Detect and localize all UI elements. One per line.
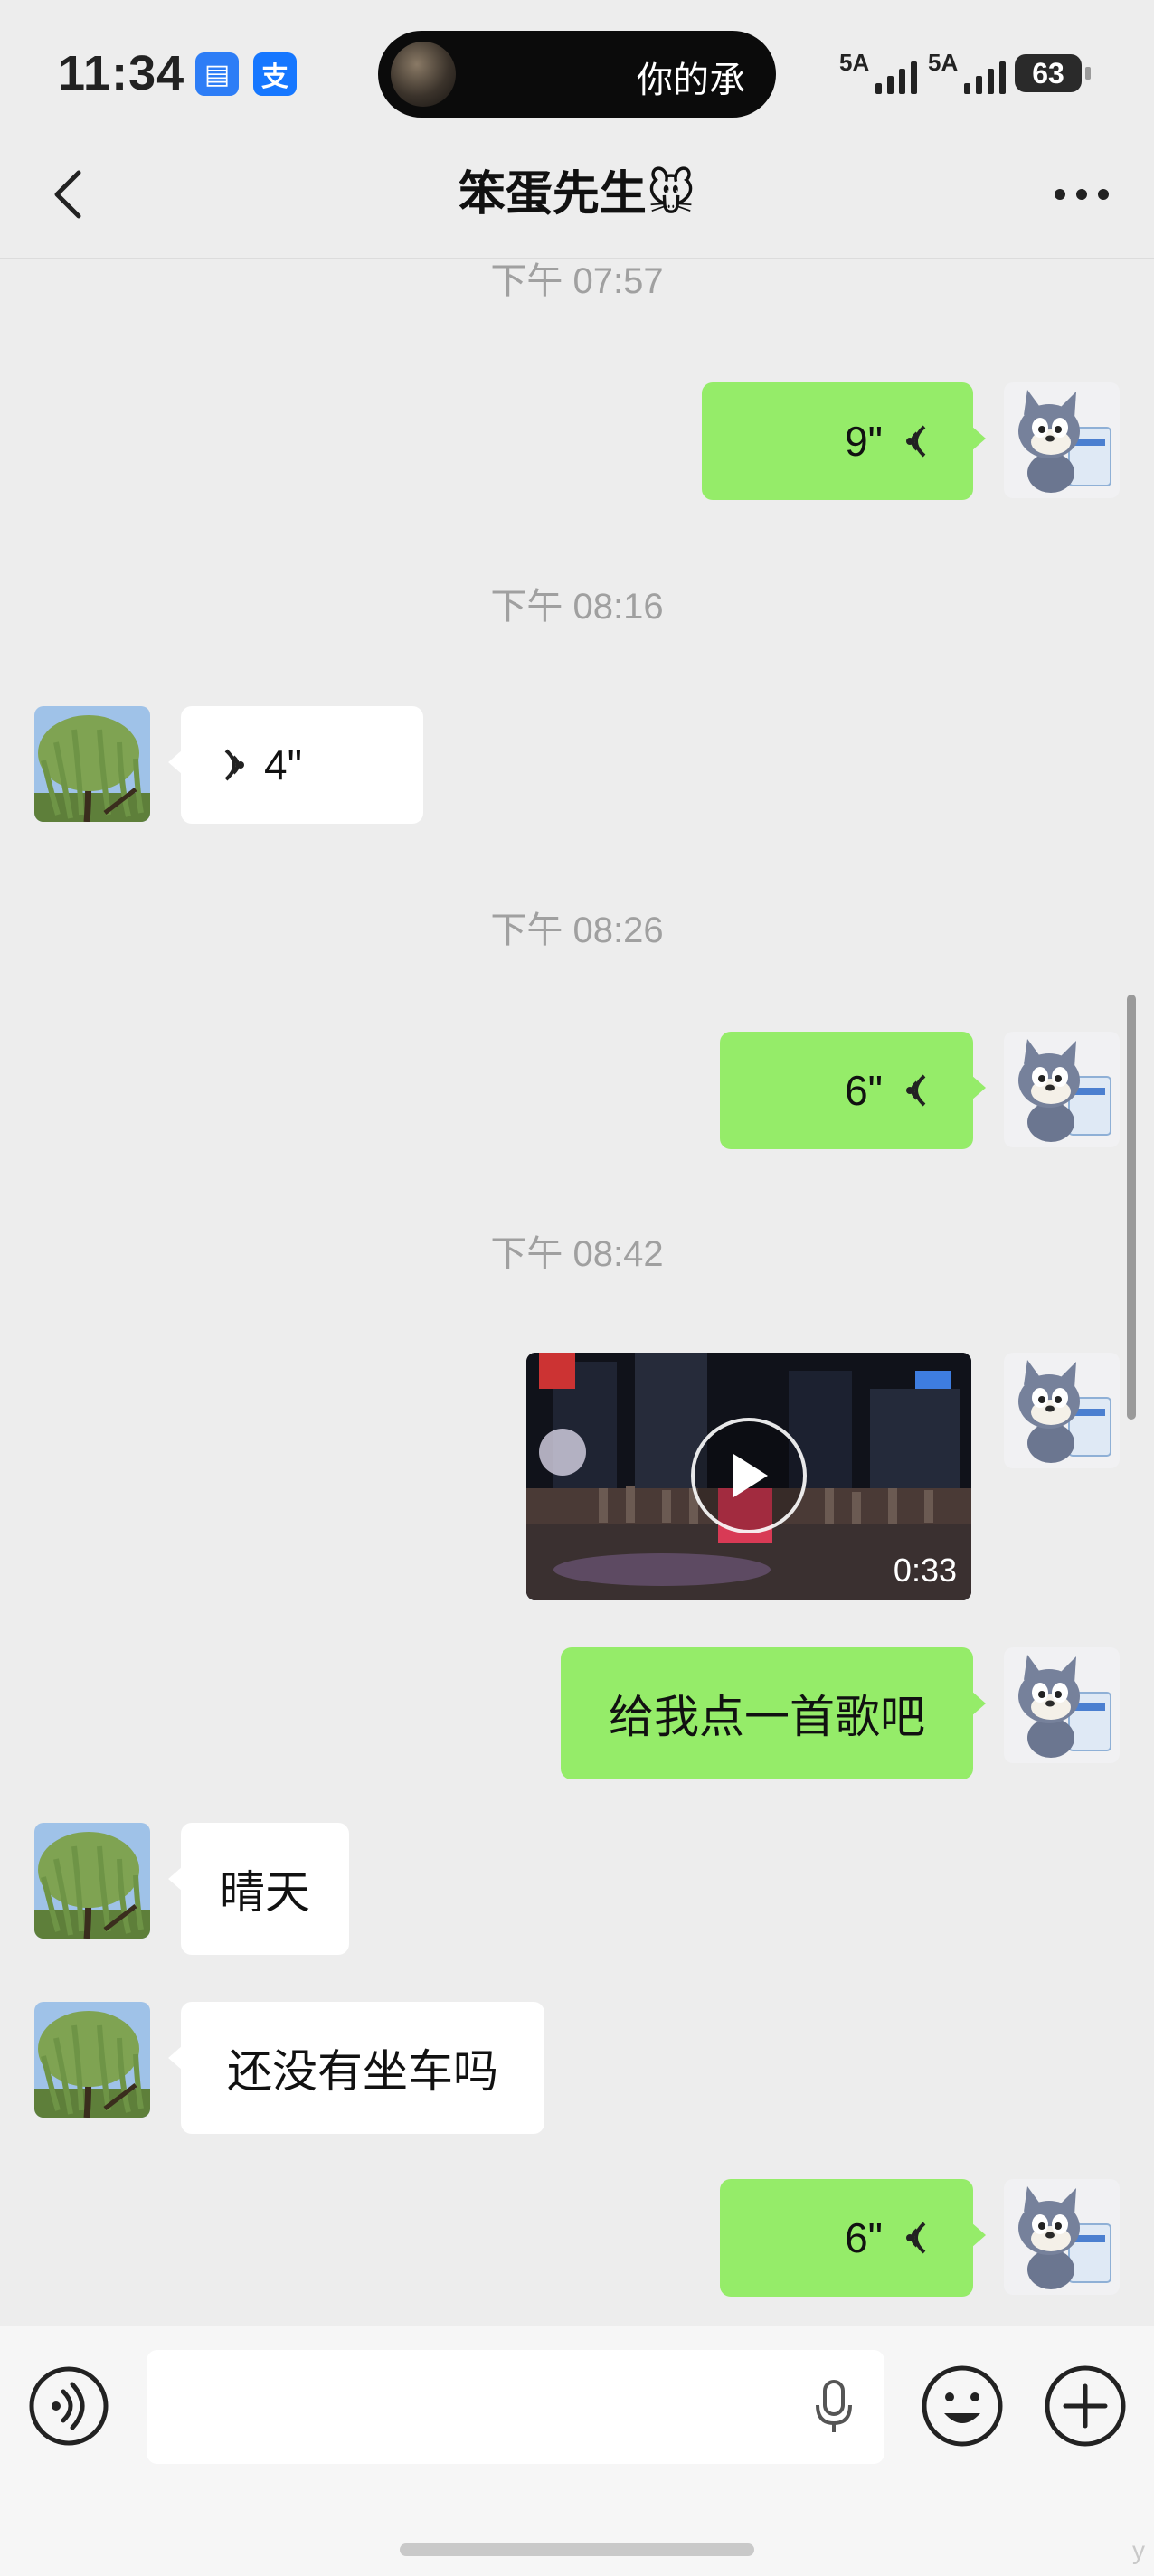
my-avatar[interactable] — [1004, 2179, 1120, 2295]
battery-indicator: 63 — [1015, 54, 1082, 92]
message-text: 晴天 — [220, 1867, 310, 1918]
emoji-icon — [922, 2365, 1003, 2447]
voice-wave-icon — [899, 1072, 930, 1109]
voice-message[interactable]: 6" — [720, 1032, 986, 1149]
timestamp: 下午 08:26 — [490, 911, 664, 950]
voice-duration: 9" — [845, 418, 883, 465]
timestamp: 下午 08:16 — [490, 587, 664, 627]
my-avatar[interactable] — [1004, 382, 1120, 498]
my-avatar[interactable] — [1004, 1647, 1120, 1763]
voice-duration: 6" — [845, 2214, 883, 2261]
voice-message[interactable]: 6" — [720, 2179, 986, 2297]
signal-2-label: 5A — [928, 49, 959, 76]
signal-1-label: 5A — [839, 49, 870, 76]
timestamp: 下午 08:42 — [490, 1234, 664, 1274]
alipay-notification-icon: 支 — [253, 52, 297, 96]
voice-wave-icon — [221, 747, 251, 783]
play-button[interactable] — [691, 1418, 807, 1533]
corner-watermark: y — [1132, 2536, 1145, 2564]
chat-header: 笨蛋先生🐭 — [0, 136, 1154, 259]
play-icon — [733, 1454, 768, 1497]
voice-mode-button[interactable] — [27, 2364, 110, 2448]
chat-title: 笨蛋先生🐭 — [458, 168, 696, 221]
plus-icon — [1045, 2365, 1126, 2447]
voice-message[interactable]: 9" — [702, 382, 986, 500]
more-button[interactable] — [1045, 163, 1118, 226]
status-time: 11:34 — [58, 46, 185, 100]
voice-wave-icon — [899, 2220, 930, 2256]
more-icon — [1055, 189, 1109, 200]
more-functions-button[interactable] — [1042, 2363, 1129, 2449]
message-input[interactable] — [147, 2350, 884, 2464]
contact-avatar[interactable] — [34, 706, 150, 822]
video-duration: 0:33 — [893, 1552, 957, 1589]
video-message[interactable]: 0:33 — [526, 1353, 971, 1600]
voice-duration: 6" — [845, 1067, 883, 1114]
my-avatar[interactable] — [1004, 1353, 1120, 1468]
chat-scrollbar[interactable] — [1127, 995, 1136, 1420]
album-art — [391, 42, 456, 107]
microphone-button[interactable] — [805, 2373, 863, 2440]
status-bar: 11:34 ▤ 支 你的承 5A 5A 63 — [0, 0, 1154, 136]
message-text: 还没有坐车吗 — [227, 2046, 498, 2097]
home-indicator[interactable] — [400, 2543, 754, 2556]
voice-wave-icon — [899, 423, 930, 459]
now-playing-title: 你的承 — [637, 61, 745, 100]
emoji-button[interactable] — [919, 2363, 1006, 2449]
contact-avatar[interactable] — [34, 2002, 150, 2118]
timestamp: 下午 07:57 — [490, 261, 664, 301]
contact-avatar[interactable] — [34, 1823, 150, 1939]
microphone-icon — [816, 2380, 852, 2432]
message-text: 给我点一首歌吧 — [609, 1692, 925, 1742]
input-bar: y — [0, 2326, 1154, 2576]
voice-message[interactable]: 4" — [168, 706, 423, 824]
my-avatar[interactable] — [1004, 1032, 1120, 1147]
message-list[interactable]: 下午 07:57 下午 08:16 下午 08:26 下午 08:42 9" 4… — [0, 259, 1154, 2326]
signal-bars-icon — [964, 61, 1006, 94]
app-notification-icon: ▤ — [195, 52, 239, 96]
battery-tip — [1085, 67, 1091, 80]
text-message[interactable]: 晴天 — [168, 1823, 349, 1955]
signal-1: 5A — [839, 49, 930, 96]
text-message[interactable]: 还没有坐车吗 — [168, 2002, 544, 2134]
now-playing-island[interactable]: 你的承 — [378, 31, 776, 118]
voice-duration: 4" — [264, 741, 302, 788]
signal-bars-icon — [875, 61, 917, 94]
voice-mode-icon — [29, 2366, 109, 2446]
signal-2: 5A — [928, 49, 1018, 96]
text-message[interactable]: 给我点一首歌吧 — [561, 1647, 986, 1779]
